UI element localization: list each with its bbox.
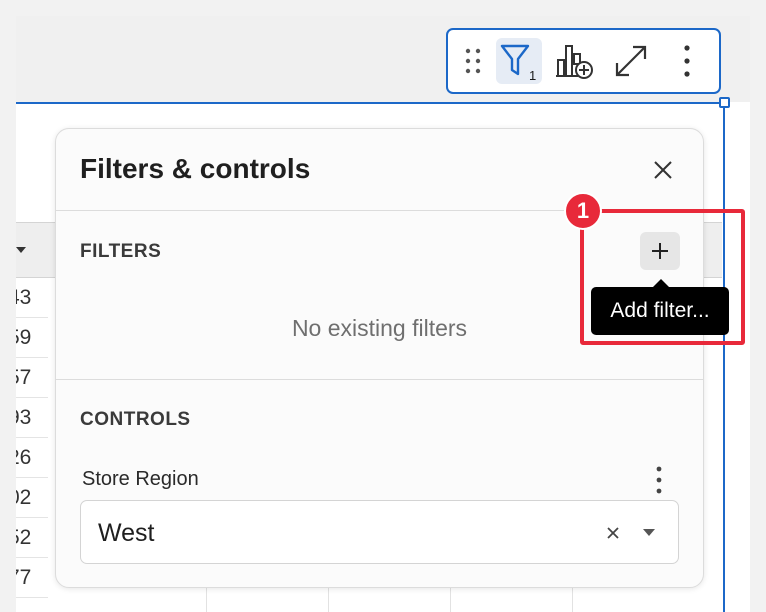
control-label: Store Region — [82, 468, 199, 490]
expand-icon — [615, 45, 647, 77]
select-value: West — [98, 519, 155, 547]
callout-step-number: 1 — [564, 192, 602, 230]
add-chart-button[interactable] — [552, 38, 598, 84]
more-options-button[interactable] — [664, 38, 710, 84]
filter-funnel-icon — [500, 44, 530, 76]
panel-title: Filters & controls — [80, 153, 311, 184]
table-cell[interactable]: 77 — [16, 558, 48, 598]
more-vertical-icon — [656, 466, 662, 494]
filters-controls-panel: Filters & controls FILTERS No existing f… — [55, 128, 704, 588]
drag-handle-icon — [465, 48, 481, 74]
resize-handle[interactable] — [719, 97, 730, 108]
filter-count: 1 — [529, 68, 537, 83]
filter-button[interactable]: 1 — [496, 38, 542, 84]
drag-handle-button[interactable] — [450, 38, 496, 84]
close-button[interactable] — [650, 157, 676, 183]
table-cell[interactable]: 52 — [16, 518, 48, 558]
store-region-select[interactable]: West — [80, 500, 679, 564]
table-cell[interactable]: 93 — [16, 398, 48, 438]
selection-outline-top — [16, 102, 727, 104]
table-cell[interactable]: 59 — [16, 318, 48, 358]
selection-outline-right[interactable] — [723, 102, 725, 612]
clear-selection-button[interactable] — [605, 525, 621, 541]
filters-section-label: FILTERS — [80, 241, 162, 262]
control-more-button[interactable] — [648, 465, 670, 495]
sort-caret-icon[interactable] — [16, 247, 26, 253]
add-chart-icon — [556, 45, 593, 79]
more-vertical-icon — [684, 45, 690, 77]
table-cell[interactable]: 43 — [16, 278, 48, 318]
table-cell[interactable]: 26 — [16, 438, 48, 478]
expand-button[interactable] — [608, 38, 654, 84]
controls-section-label: CONTROLS — [80, 409, 191, 430]
table-cell[interactable]: 02 — [16, 478, 48, 518]
close-icon — [654, 161, 672, 179]
clear-icon — [607, 527, 619, 539]
element-toolbar: 1 — [446, 28, 721, 94]
divider — [56, 379, 703, 380]
table-cell[interactable]: 57 — [16, 358, 48, 398]
callout-highlight-box — [580, 209, 745, 345]
chevron-down-icon[interactable] — [643, 529, 655, 536]
